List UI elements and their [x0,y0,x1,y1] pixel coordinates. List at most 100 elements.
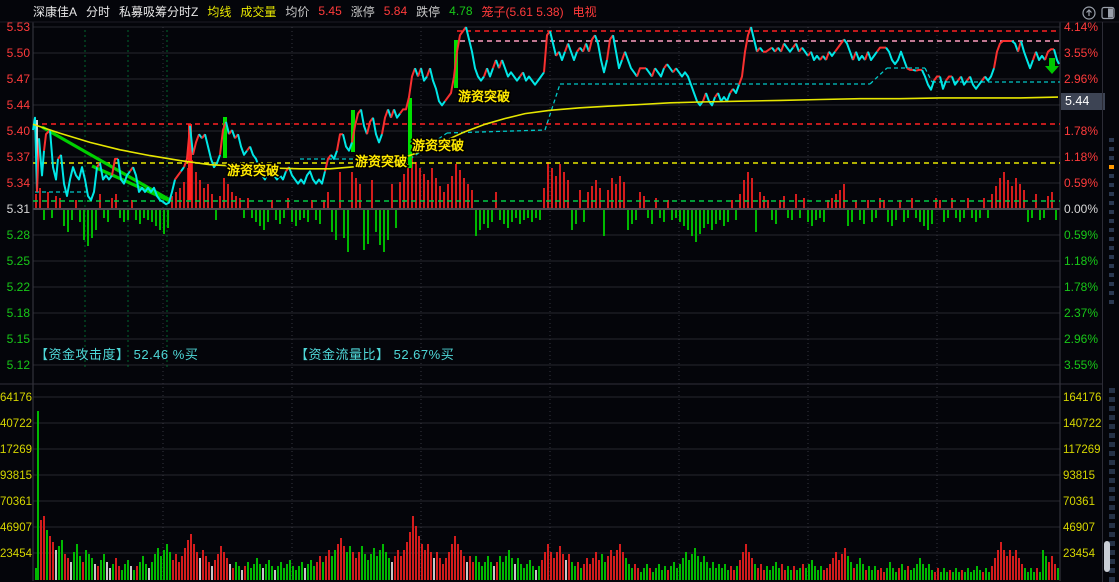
mid-volume-bar [575,210,577,224]
volume-bar [535,570,537,580]
volume-bar [862,564,864,580]
volume-bar [979,570,981,580]
volume-bar [40,520,42,580]
volume-bar [406,542,408,580]
volume-bar [1033,572,1035,580]
mid-volume-bar [987,210,989,218]
mid-volume-bar [295,210,297,226]
mid-volume-bar [463,178,465,208]
volume-bar [499,556,501,580]
mid-volume-bar [91,210,93,238]
percent-axis-label: 4.14% [1064,20,1098,34]
mid-volume-bar [527,210,529,218]
mid-volume-bar [707,210,709,224]
volume-bar [217,554,219,580]
volume-bar [697,556,699,580]
volume-bar [715,568,717,580]
volume-bar [178,562,180,580]
volume-bar [1048,562,1050,580]
volume-bar [568,554,570,580]
volume-bar [1054,564,1056,580]
volume-bar [1057,568,1059,580]
mid-volume-bar [1043,210,1045,218]
price-line [180,166,185,172]
price-axis-label: 5.15 [7,332,31,346]
volume-bar [718,564,720,580]
volume-bar [334,550,336,580]
volume-bar [466,562,468,580]
volume-bar [637,568,639,580]
volume-bar [268,560,270,580]
volume-bar [613,556,615,580]
volume-bar [310,560,312,580]
price-line [915,68,922,72]
volume-bar [430,552,432,580]
price-line [543,30,551,73]
mid-volume-bar [299,210,301,220]
volume-bar [736,566,738,580]
volume-bar [643,568,645,580]
volume-bar [100,560,102,580]
mid-volume-bar [483,210,485,224]
intraday-chart[interactable]: 5.53 5.50 5.47 5.44 5.40 5.37 5.34 5.31 5.28 5.25… [0,0,1119,582]
volume-bar [598,560,600,580]
mid-volume-bar [163,210,165,234]
mid-volume-bar [635,210,637,220]
mid-volume-bar [275,210,277,220]
volume-bar [94,564,96,580]
mid-volume-bar [807,210,809,222]
mid-volume-bar [239,198,241,208]
volume-bar [91,558,93,580]
price-line [912,68,917,72]
mid-volume-bar [247,198,249,208]
mid-volume-bar [619,176,621,208]
mid-volume-bar [375,210,377,232]
volume-bar [388,558,390,580]
volume-bar [457,544,459,580]
volume-bar [349,546,351,580]
volume-bar [229,564,231,580]
mid-volume-bar [895,210,897,220]
fund-flow-label: 【资金流量比】 52.67%买 [295,347,455,362]
volume-bar [325,556,327,580]
volume-bar [352,552,354,580]
mid-volume-bar [195,172,197,208]
mid-volume-bar [979,210,981,218]
price-line [465,26,485,82]
mid-volume-bar [83,210,85,240]
volume-bar [574,566,576,580]
mid-volume-bar [111,198,113,208]
volume-bar [775,562,777,580]
mid-volume-bar [927,210,929,230]
volume-bar [130,566,132,580]
volume-bar [769,570,771,580]
volume-bar [646,564,648,580]
volume-bar [1012,556,1014,580]
mid-volume-bar [399,182,401,208]
mid-volume-bar [1019,184,1021,208]
mid-volume-bar [623,182,625,208]
mid-volume-bar [523,210,525,220]
volume-bar [934,572,936,580]
buy-signal-bar [408,98,412,168]
volume-bar [289,560,291,580]
volume-bar [805,568,807,580]
volume-bar [85,550,87,580]
volume-bar [184,548,186,580]
mid-volume-bar [963,210,965,218]
volume-bar [826,568,828,580]
price-axis-label: 5.31 [7,202,31,216]
volume-bar [421,544,423,580]
price-line [951,76,959,86]
mid-volume-bar [279,210,281,224]
collapsed-side-panel[interactable] [1102,22,1119,582]
price-line [60,154,98,202]
volume-bar [82,562,84,580]
mid-volume-bar [447,184,449,208]
mid-volume-bar [435,178,437,208]
volume-bar [220,546,222,580]
volume-axis-label-right: 117269 [1063,444,1101,456]
volume-bar [895,572,897,580]
mid-volume-bar [799,210,801,218]
scrollbar-thumb[interactable] [1104,541,1110,572]
